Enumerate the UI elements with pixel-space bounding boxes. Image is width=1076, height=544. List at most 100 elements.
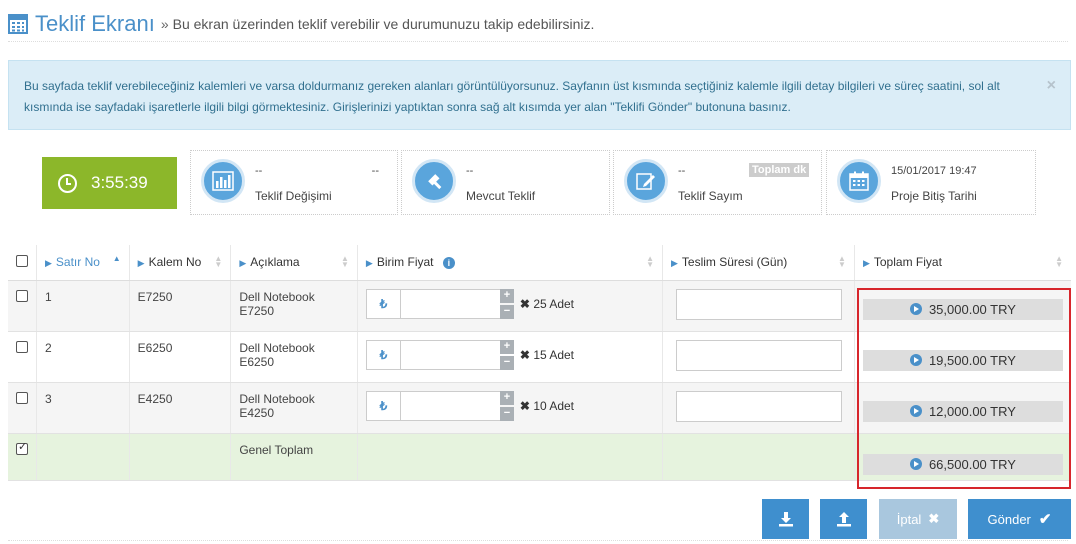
- calendar-icon: [837, 159, 881, 203]
- total-price-badge: 19,500.00 TRY: [862, 349, 1063, 371]
- quantity-label: 25 Adet: [533, 296, 575, 311]
- sort-icon: ▲ ▼: [1055, 254, 1063, 269]
- birim-fiyat-cell: ₺ + − ✖ 10 Adet: [357, 382, 664, 434]
- select-all-checkbox[interactable]: [16, 254, 28, 267]
- grand-total-row: Genel Toplam 66,500.00 TRY: [8, 433, 1071, 481]
- satir-cell: 1: [36, 280, 130, 332]
- calculator-icon: [8, 13, 28, 34]
- sort-icon: ▲ ▼: [340, 254, 349, 269]
- title-separator: »: [160, 15, 169, 32]
- delivery-days-input[interactable]: [676, 288, 842, 320]
- decrement-button[interactable]: −: [499, 406, 514, 421]
- column-header-aciklama[interactable]: ▶ Açıklama ▲ ▼: [230, 245, 358, 281]
- stat-value: --: [678, 165, 686, 177]
- divider: [8, 540, 1068, 541]
- aciklama-cell: Dell Notebook E7250: [230, 280, 358, 332]
- page-title: Teklif Ekranı: [35, 10, 155, 36]
- total-price-badge: 35,000.00 TRY: [862, 298, 1063, 320]
- stat-value: --: [255, 165, 263, 177]
- table-header-row: ▶ Satır No ▲ ▶ Kalem No ▲ ▼ ▶ Açıklama ▲ ▼ ▶ Biri…: [8, 245, 1071, 281]
- info-icon[interactable]: i: [442, 257, 455, 270]
- page-header: Teklif Ekranı » Bu ekran üzerinden tekli…: [8, 6, 1068, 42]
- row-select-cell: [8, 280, 37, 332]
- caret-right-icon: ▶: [365, 258, 373, 269]
- download-icon: [778, 512, 793, 527]
- caret-right-icon: ▶: [862, 258, 870, 269]
- column-header-toplam-fiyat[interactable]: ▶ Toplam Fiyat ▲ ▼: [854, 245, 1071, 281]
- sort-icon: ▲ ▼: [214, 254, 223, 269]
- table-row: 3 E4250 Dell Notebook E4250 ₺ + − ✖ 10 Ade…: [8, 382, 1071, 434]
- teslim-cell: [662, 382, 855, 434]
- aciklama-cell: Dell Notebook E6250: [230, 331, 358, 383]
- row-checkbox[interactable]: [16, 340, 28, 353]
- delivery-days-input[interactable]: [676, 339, 842, 371]
- caret-right-icon: ▶: [45, 258, 52, 269]
- table-row: 1 E7250 Dell Notebook E7250 ₺ + − ✖ 25 Ade…: [8, 280, 1071, 332]
- timer-value: 3:55:39: [91, 173, 148, 192]
- aciklama-cell: Dell Notebook E4250: [230, 382, 358, 434]
- column-header-teslim-suresi[interactable]: ▶ Teslim Süresi (Gün) ▲ ▼: [662, 245, 855, 281]
- quantity-label: 10 Adet: [533, 398, 575, 413]
- decrement-button[interactable]: −: [499, 355, 514, 370]
- column-header-satir-no[interactable]: ▶ Satır No ▲: [36, 245, 130, 281]
- info-alert: Bu sayfada teklif verebileceğiniz kaleml…: [8, 60, 1071, 130]
- toplam-cell: 12,000.00 TRY: [854, 382, 1071, 434]
- stat-proje-bitis: 15/01/2017 19:47 Proje Bitiş Tarihi: [826, 150, 1036, 215]
- stat-label: Teklif Değişimi: [255, 189, 332, 203]
- times-icon: ✖: [519, 347, 530, 362]
- row-checkbox[interactable]: [16, 289, 28, 302]
- times-icon: ✖: [519, 398, 530, 413]
- row-select-cell: [8, 382, 37, 434]
- column-header-kalem-no[interactable]: ▶ Kalem No ▲ ▼: [129, 245, 232, 281]
- toplam-cell: 35,000.00 TRY: [854, 280, 1071, 332]
- play-circle-icon: [909, 458, 922, 470]
- grand-total-label: Genel Toplam: [230, 433, 358, 481]
- cancel-button[interactable]: İptal ✖: [879, 499, 957, 539]
- row-checkbox[interactable]: [16, 440, 28, 455]
- stat-teklif-degisimi: -- -- Teklif Değişimi: [190, 150, 398, 215]
- grand-total-cell: 66,500.00 TRY: [854, 433, 1071, 481]
- birim-fiyat-cell: ₺ + − ✖ 25 Adet: [357, 280, 664, 332]
- page-subtitle: Bu ekran üzerinden teklif verebilir ve d…: [172, 15, 595, 32]
- play-circle-icon: [909, 303, 922, 315]
- increment-button[interactable]: +: [499, 390, 514, 405]
- play-circle-icon: [909, 405, 922, 417]
- unit-price-input[interactable]: [399, 288, 500, 319]
- play-circle-icon: [909, 354, 922, 366]
- close-icon: ✖: [928, 511, 940, 526]
- lira-icon: ₺: [365, 390, 400, 421]
- delivery-days-input[interactable]: [676, 390, 842, 422]
- stat-value-secondary: --: [371, 165, 379, 177]
- upload-button[interactable]: [820, 499, 867, 539]
- decrement-button[interactable]: −: [499, 304, 514, 319]
- countdown-timer: 3:55:39: [42, 157, 177, 209]
- unit-price-input[interactable]: [399, 390, 500, 421]
- increment-button[interactable]: +: [499, 288, 514, 303]
- sort-icon: ▲ ▼: [838, 254, 846, 269]
- upload-icon: [836, 512, 851, 527]
- offer-table: ▶ Satır No ▲ ▶ Kalem No ▲ ▼ ▶ Açıklama ▲ ▼ ▶ Biri…: [8, 245, 1071, 481]
- table-row: 2 E6250 Dell Notebook E6250 ₺ + − ✖ 15 Ade…: [8, 331, 1071, 383]
- sort-asc-icon: ▲: [112, 254, 121, 263]
- increment-button[interactable]: +: [499, 339, 514, 354]
- quantity-label: 15 Adet: [533, 347, 575, 362]
- stat-label: Mevcut Teklif: [466, 189, 536, 203]
- column-header-birim-fiyat[interactable]: ▶ Birim Fiyat i ▲ ▼: [357, 245, 664, 281]
- close-icon[interactable]: ×: [1047, 75, 1056, 96]
- toplam-cell: 19,500.00 TRY: [854, 331, 1071, 383]
- submit-button[interactable]: Gönder ✔: [968, 499, 1071, 539]
- download-button[interactable]: [762, 499, 809, 539]
- row-select-cell: [8, 433, 37, 481]
- stat-value: --: [466, 165, 474, 177]
- unit-price-input[interactable]: [399, 339, 500, 370]
- info-alert-text: Bu sayfada teklif verebileceğiniz kaleml…: [24, 79, 1000, 114]
- kalem-cell: E6250: [129, 331, 232, 383]
- stat-teklif-sayim: -- Toplam dk Teklif Sayım: [613, 150, 822, 215]
- row-checkbox[interactable]: [16, 391, 28, 404]
- edit-icon: [624, 159, 668, 203]
- clock-icon: [58, 173, 77, 193]
- row-select-cell: [8, 331, 37, 383]
- stat-mevcut-teklif: -- Mevcut Teklif: [401, 150, 610, 215]
- grand-total-badge: 66,500.00 TRY: [862, 453, 1063, 475]
- sort-icon: ▲ ▼: [646, 254, 654, 269]
